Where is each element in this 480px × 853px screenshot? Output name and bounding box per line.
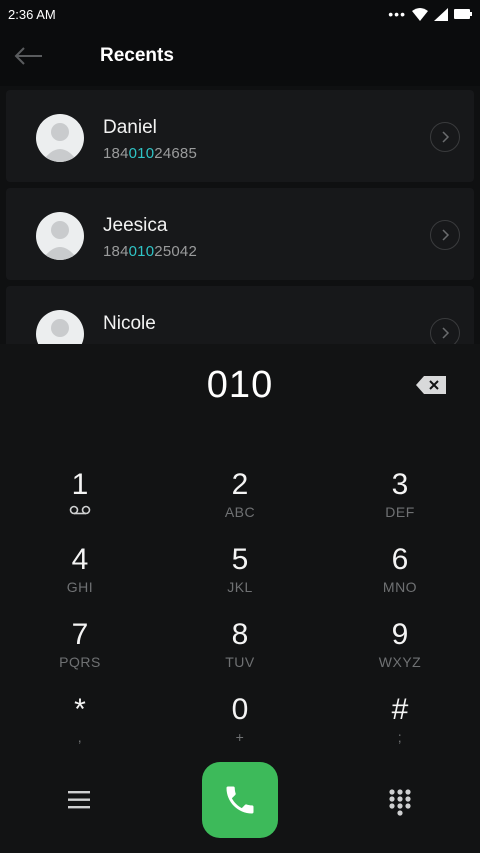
dialed-number-display[interactable]: 010 bbox=[0, 364, 480, 407]
contact-name: Daniel bbox=[103, 117, 157, 138]
dial-key-6[interactable]: 6 MNO bbox=[320, 543, 480, 613]
dial-key-9[interactable]: 9 WXYZ bbox=[320, 618, 480, 688]
person-placeholder-icon bbox=[51, 319, 69, 337]
status-time: 2:36 AM bbox=[8, 6, 56, 22]
person-placeholder-icon bbox=[42, 221, 78, 260]
signal-icon bbox=[434, 7, 448, 21]
dial-key-5[interactable]: 5 JKL bbox=[160, 543, 320, 613]
dial-key-7[interactable]: 7 PQRS bbox=[0, 618, 160, 688]
chevron-right-icon bbox=[442, 327, 450, 339]
back-arrow-icon[interactable] bbox=[12, 44, 44, 68]
recent-contact-item[interactable]: Jeesica 18401025042 bbox=[6, 188, 474, 280]
call-button[interactable] bbox=[202, 762, 278, 838]
status-bar: 2:36 AM ••• bbox=[0, 0, 480, 28]
dial-key-star[interactable]: * , bbox=[0, 693, 160, 763]
avatar bbox=[36, 212, 84, 260]
chevron-right-icon bbox=[442, 131, 450, 143]
recent-contact-item[interactable]: Daniel 18401024685 bbox=[6, 90, 474, 182]
avatar bbox=[36, 310, 84, 344]
battery-icon bbox=[454, 9, 472, 19]
contact-name: Nicole bbox=[103, 313, 156, 334]
page-title: Recents bbox=[100, 45, 174, 66]
person-placeholder-icon bbox=[42, 123, 78, 162]
wifi-icon bbox=[412, 7, 428, 21]
dial-key-4[interactable]: 4 GHI bbox=[0, 543, 160, 613]
contact-details-button[interactable] bbox=[430, 318, 460, 344]
dial-key-0[interactable]: 0 + bbox=[160, 693, 320, 763]
more-notifications-icon: ••• bbox=[388, 6, 406, 22]
dial-key-hash[interactable]: # ; bbox=[320, 693, 480, 763]
contact-number: 18401025042 bbox=[103, 243, 197, 260]
contact-number: 18401024685 bbox=[103, 145, 197, 162]
chevron-right-icon bbox=[442, 229, 450, 241]
dialpad-toggle-icon[interactable] bbox=[388, 788, 412, 816]
avatar bbox=[36, 114, 84, 162]
dial-key-3[interactable]: 3 DEF bbox=[320, 468, 480, 538]
contact-details-button[interactable] bbox=[430, 220, 460, 250]
recents-list: Daniel 18401024685 Jeesica 18401025042 N… bbox=[0, 86, 480, 344]
status-icons: ••• bbox=[388, 6, 472, 22]
app-bar: Recents bbox=[0, 28, 480, 86]
dialpad: 010 1 2 ABC 3 DEF 4 GHI 5 JKL 6 MNO 7 PQ… bbox=[0, 344, 480, 853]
dial-key-2[interactable]: 2 ABC bbox=[160, 468, 320, 538]
menu-icon[interactable] bbox=[68, 790, 92, 810]
contact-name: Jeesica bbox=[103, 215, 168, 236]
dial-key-1[interactable]: 1 bbox=[0, 468, 160, 538]
recent-contact-item[interactable]: Nicole 18401015679 bbox=[6, 286, 474, 344]
backspace-icon[interactable] bbox=[414, 374, 448, 396]
phone-icon bbox=[226, 786, 254, 814]
contact-details-button[interactable] bbox=[430, 122, 460, 152]
voicemail-icon bbox=[69, 505, 91, 515]
dial-key-8[interactable]: 8 TUV bbox=[160, 618, 320, 688]
